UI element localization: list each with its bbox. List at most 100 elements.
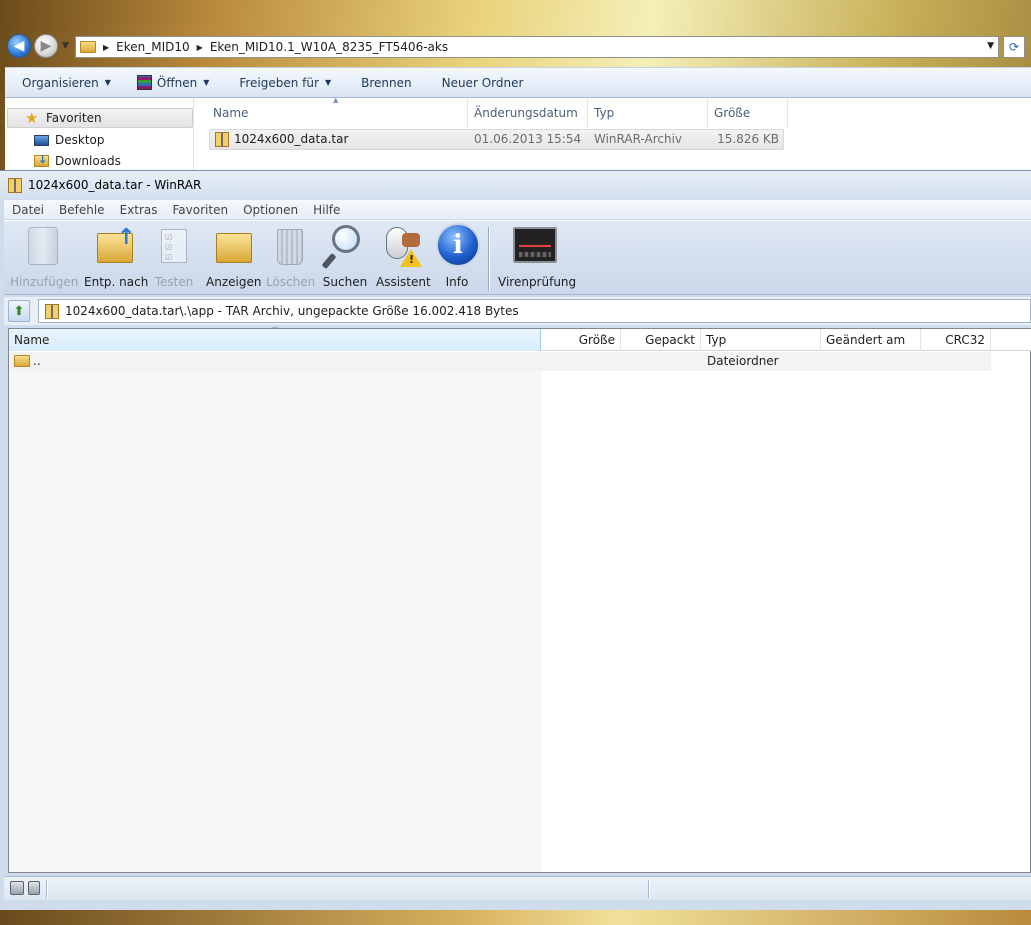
file-list: ▲ Name Änderungsdatum Typ Größe 1024x600… [195,96,1031,170]
add-label: Hinzufügen [10,275,79,289]
column-header-type[interactable]: Typ [588,98,708,128]
new-folder-button[interactable]: Neuer Ordner [428,68,540,97]
menu-favorites[interactable]: Favoriten [165,203,236,217]
delete-button[interactable]: Löschen [266,223,315,293]
hand-icon [402,233,420,247]
arrow-left-icon: ◀ [13,38,25,54]
path-text: 1024x600_data.tar\.\app - TAR Archiv, un… [65,304,519,318]
file-type: WinRAR-Archiv [594,132,683,146]
menu-options[interactable]: Optionen [235,203,305,217]
archive-icon [8,177,22,193]
info-icon: i [436,223,480,267]
share-label: Freigeben für [239,75,319,90]
column-header-modified[interactable]: Geändert am [821,329,921,351]
status-separator [648,880,650,898]
list-item[interactable]: .. Dateiordner [9,352,991,371]
virus-scan-icon [513,227,557,263]
menu-bar: Datei Befehle Extras Favoriten Optionen … [4,200,1031,219]
virus-scan-label: Virenprüfung [498,275,577,289]
menu-commands[interactable]: Befehle [51,203,112,217]
warning-mark: ! [409,253,415,266]
chevron-down-icon: ▼ [104,78,111,87]
menu-help[interactable]: Hilfe [305,203,347,217]
column-header-name[interactable]: Name [207,98,468,128]
address-bar[interactable]: ▶ Eken_MID10 ▶ Eken_MID10.1_W10A_8235_FT… [75,36,999,58]
archive-list[interactable]: ▼ Name Größe Gepackt Typ Geändert am CRC… [8,326,1031,873]
file-row[interactable]: 1024x600_data.tar 01.06.2013 15:54 WinRA… [209,129,784,150]
new-folder-label: Neuer Ordner [441,75,524,90]
list-item-type: Dateiordner [707,354,779,368]
column-header-label: Name [14,333,50,347]
folder-icon [14,355,30,367]
magnifier-icon [332,225,360,253]
breadcrumb-item[interactable]: Eken_MID10.1_W10A_8235_FT5406-aks [210,40,448,54]
trash-icon [277,229,303,265]
column-header-label: Name [213,106,249,120]
archive-icon [215,132,229,147]
column-header-label: CRC32 [945,333,985,347]
column-header-label: Gepackt [645,333,695,347]
refresh-button[interactable]: ⟳ [1003,36,1025,58]
star-icon: ★ [25,109,39,127]
chevron-down-icon[interactable]: ▼ [987,41,994,51]
share-button[interactable]: Freigeben für ▼ [225,68,347,97]
column-header-packed[interactable]: Gepackt [621,329,701,351]
column-header-label: Größe [578,333,615,347]
menu-file[interactable]: Datei [4,203,51,217]
wizard-button[interactable]: ! Assistent [376,223,431,293]
toolbar-separator [488,227,490,291]
menu-extras[interactable]: Extras [112,203,165,217]
file-name: 1024x600_data.tar [234,132,349,146]
column-header-size[interactable]: Größe [708,98,788,128]
column-header-label: Größe [714,106,751,120]
magnifier-handle [321,252,337,270]
column-header-name[interactable]: Name [9,329,541,351]
add-button[interactable]: Hinzufügen [10,223,79,293]
downloads-icon [34,153,49,167]
extract-button[interactable]: ↑ Entp. nach [84,223,148,293]
chevron-down-icon: ▼ [324,78,332,87]
up-folder-button[interactable]: ⬆ [8,300,30,322]
arrow-up-icon: ⬆ [13,303,25,319]
column-header-date[interactable]: Änderungsdatum [468,98,588,128]
file-size: 15.826 KB [717,132,779,146]
organize-button[interactable]: Organisieren ▼ [5,68,127,97]
nav-item-label: Downloads [55,154,121,168]
back-button[interactable]: ◀ [7,34,31,58]
path-field[interactable]: 1024x600_data.tar\.\app - TAR Archiv, un… [38,299,1031,323]
burn-button[interactable]: Brennen [347,68,427,97]
forward-button[interactable]: ▶ [34,34,58,58]
info-button[interactable]: i Info [434,223,480,293]
nav-item-favorites[interactable]: ★ Favoriten [7,108,193,128]
wizard-label: Assistent [376,275,431,289]
window-title: 1024x600_data.tar - WinRAR [28,178,202,192]
path-bar: ⬆ 1024x600_data.tar\.\app - TAR Archiv, … [4,297,1031,325]
lock-icon[interactable] [28,881,40,895]
find-button[interactable]: Suchen [321,223,368,293]
list-name-column-bg [9,352,541,872]
info-label: Info [445,275,469,289]
status-bar [4,876,1031,900]
nav-item-desktop[interactable]: Desktop [5,130,194,150]
drive-icon[interactable] [10,881,24,895]
virus-scan-button[interactable]: Virenprüfung [498,223,577,293]
chevron-right-icon[interactable]: ▶ [197,43,203,52]
breadcrumb-item[interactable]: Eken_MID10 [116,40,190,54]
archive-icon [45,303,59,319]
test-button[interactable]: Testen [150,223,198,293]
column-header-type[interactable]: Typ [701,329,821,351]
view-button[interactable]: Anzeigen [206,223,261,293]
organize-label: Organisieren [22,75,99,90]
desktop-icon [34,134,49,146]
winrar-window: 1024x600_data.tar - WinRAR Datei Befehle… [0,170,1031,910]
navigation-pane: ★ Favoriten Desktop Downloads [5,98,194,170]
chevron-right-icon[interactable]: ▶ [103,43,109,52]
chevron-down-icon: ▼ [203,78,210,87]
add-archive-icon [28,227,58,265]
nav-item-downloads[interactable]: Downloads [5,151,194,171]
column-header-crc[interactable]: CRC32 [921,329,991,351]
history-dropdown-icon[interactable]: ▼ [62,41,69,51]
title-bar[interactable]: 1024x600_data.tar - WinRAR [0,171,1031,199]
column-header-size[interactable]: Größe [541,329,621,351]
open-button[interactable]: Öffnen ▼ [127,68,225,97]
